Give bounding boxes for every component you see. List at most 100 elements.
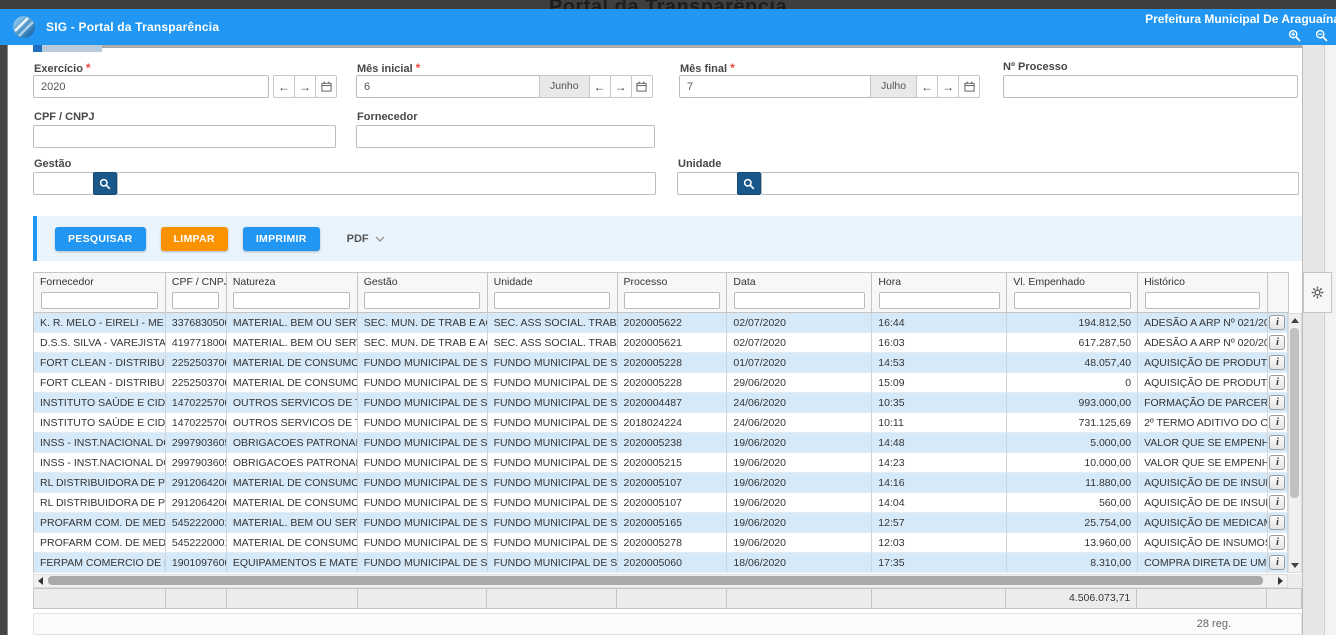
required-asterisk: * xyxy=(730,61,735,75)
mes-final-prev-button[interactable]: ← xyxy=(916,75,938,98)
vertical-scroll-thumb[interactable] xyxy=(1290,328,1299,498)
scroll-down-button[interactable] xyxy=(1289,559,1301,572)
column-header-vl-empenhado[interactable]: Vl. Empenhado xyxy=(1007,273,1138,312)
column-filter-input[interactable] xyxy=(172,292,219,309)
cell-vl-empenhado: 617.287,50 xyxy=(1007,333,1138,353)
table-row[interactable]: INSTITUTO SAÚDE E CIDAD...1470225700...O… xyxy=(34,393,1288,413)
num-processo-input[interactable] xyxy=(1003,75,1298,98)
column-header-fornecedor[interactable]: Fornecedor xyxy=(34,273,166,312)
export-format-dropdown[interactable]: PDF xyxy=(347,233,385,245)
horizontal-scroll-thumb[interactable] xyxy=(48,576,1263,585)
mes-final-input[interactable] xyxy=(679,75,871,98)
table-row[interactable]: INSS - INST.NACIONAL DO ...2997903605...… xyxy=(34,433,1288,453)
column-header-processo[interactable]: Processo xyxy=(618,273,728,312)
mes-final-calendar-button[interactable] xyxy=(958,75,980,98)
cell-fornecedor: RL DISTRIBUIDORA DE PRO... xyxy=(34,473,166,493)
table-row[interactable]: PROFARM COM. DE MEDIC...5452220001...MAT… xyxy=(34,513,1288,533)
table-row[interactable]: PROFARM COM. DE MEDIC...5452220001...MAT… xyxy=(34,533,1288,553)
row-info-button[interactable]: i xyxy=(1269,475,1285,490)
column-header-data[interactable]: Data xyxy=(727,273,872,312)
row-info-button[interactable]: i xyxy=(1269,395,1285,410)
row-info-button[interactable]: i xyxy=(1269,375,1285,390)
info-cell: i xyxy=(1268,393,1288,413)
cell-hist-rico: AQUISIÇÃO DE PRODUTOS ... xyxy=(1138,353,1268,373)
row-info-button[interactable]: i xyxy=(1269,495,1285,510)
summary-total: 4.506.073,71 xyxy=(1006,589,1137,608)
cell-cpf-cnpj: 1901097600... xyxy=(166,553,227,573)
column-header-hora[interactable]: Hora xyxy=(872,273,1007,312)
fornecedor-input[interactable] xyxy=(356,125,655,148)
row-info-button[interactable]: i xyxy=(1269,555,1285,570)
exercicio-next-button[interactable]: → xyxy=(294,75,316,98)
column-settings-button[interactable] xyxy=(1303,272,1332,313)
cell-gest-o: FUNDO MUNICIPAL DE SAU... xyxy=(358,533,488,553)
pesquisar-button[interactable]: PESQUISAR xyxy=(55,227,146,251)
scroll-right-button[interactable] xyxy=(1274,575,1287,587)
column-header-unidade[interactable]: Unidade xyxy=(488,273,618,312)
cpf-cnpj-input[interactable] xyxy=(33,125,336,148)
cell-vl-empenhado: 10.000,00 xyxy=(1007,453,1138,473)
row-info-button[interactable]: i xyxy=(1269,355,1285,370)
row-info-button[interactable]: i xyxy=(1269,435,1285,450)
row-info-button[interactable]: i xyxy=(1269,315,1285,330)
imprimir-button[interactable]: IMPRIMIR xyxy=(243,227,320,251)
gestao-descricao-input[interactable] xyxy=(117,172,656,195)
table-row[interactable]: K. R. MELO - EIRELI - ME3376830500...MAT… xyxy=(34,313,1288,333)
mes-inicial-prev-button[interactable]: ← xyxy=(589,75,611,98)
gestao-code-input[interactable] xyxy=(33,172,94,195)
column-header-natureza[interactable]: Natureza xyxy=(227,273,358,312)
column-filter-input[interactable] xyxy=(1014,292,1131,309)
row-info-button[interactable]: i xyxy=(1269,335,1285,350)
gestao-search-button[interactable] xyxy=(93,172,117,195)
row-info-button[interactable]: i xyxy=(1269,455,1285,470)
cell-cpf-cnpj: 4197718000... xyxy=(166,333,227,353)
cell-hora: 16:44 xyxy=(872,313,1007,333)
table-row[interactable]: INSS - INST.NACIONAL DO ...2997903605...… xyxy=(34,453,1288,473)
table-row[interactable]: FERPAM COMERCIO DE BO...1901097600...EQU… xyxy=(34,553,1288,573)
column-filter-input[interactable] xyxy=(233,292,350,309)
mes-inicial-next-button[interactable]: → xyxy=(610,75,632,98)
zoom-in-icon[interactable] xyxy=(1288,29,1301,42)
row-info-button[interactable]: i xyxy=(1269,415,1285,430)
limpar-button[interactable]: LIMPAR xyxy=(161,227,228,251)
zoom-out-icon[interactable] xyxy=(1315,29,1328,42)
column-header-gest-o[interactable]: Gestão xyxy=(358,273,488,312)
unidade-code-input[interactable] xyxy=(677,172,738,195)
scroll-left-button[interactable] xyxy=(34,575,47,587)
row-info-button[interactable]: i xyxy=(1269,515,1285,530)
row-info-button[interactable]: i xyxy=(1269,535,1285,550)
column-filter-input[interactable] xyxy=(364,292,480,309)
page-scrollbar-track[interactable] xyxy=(1324,45,1336,635)
mes-final-next-button[interactable]: → xyxy=(937,75,959,98)
cell-gest-o: FUNDO MUNICIPAL DE SAU... xyxy=(358,553,488,573)
unidade-search-button[interactable] xyxy=(737,172,761,195)
column-filter-input[interactable] xyxy=(734,292,865,309)
cell-fornecedor: RL DISTRIBUIDORA DE PRO... xyxy=(34,493,166,513)
org-name: Prefeitura Municipal De Araguaína xyxy=(1145,12,1336,26)
unidade-descricao-input[interactable] xyxy=(761,172,1299,195)
table-row[interactable]: FORT CLEAN - DISTRIBUID...2252503700...M… xyxy=(34,373,1288,393)
column-filter-input[interactable] xyxy=(624,292,720,309)
cell-hora: 17:35 xyxy=(872,553,1007,573)
table-row[interactable]: RL DISTRIBUIDORA DE PRO...2912064200...M… xyxy=(34,493,1288,513)
column-filter-input[interactable] xyxy=(494,292,610,309)
summary-cell xyxy=(358,589,488,608)
table-row[interactable]: INSTITUTO SAÚDE E CIDAD...1470225700...O… xyxy=(34,413,1288,433)
cell-unidade: FUNDO MUNICIPAL DE SAU... xyxy=(488,433,618,453)
scrollbar-corner xyxy=(1288,574,1302,588)
column-header-hist-rico[interactable]: Histórico xyxy=(1138,273,1268,312)
table-row[interactable]: RL DISTRIBUIDORA DE PRO...2912064200...M… xyxy=(34,473,1288,493)
mes-inicial-input[interactable] xyxy=(356,75,540,98)
table-row[interactable]: D.S.S. SILVA - VAREJISTA - ...4197718000… xyxy=(34,333,1288,353)
column-filter-input[interactable] xyxy=(879,292,1000,309)
exercicio-prev-button[interactable]: ← xyxy=(273,75,295,98)
column-header-cpf-cnpj[interactable]: CPF / CNPJ ... xyxy=(166,273,227,312)
column-filter-input[interactable] xyxy=(41,292,159,309)
exercicio-input[interactable] xyxy=(33,75,269,98)
table-row[interactable]: FORT CLEAN - DISTRIBUID...2252503700...M… xyxy=(34,353,1288,373)
cell-natureza: MATERIAL DE CONSUMO xyxy=(227,353,358,373)
mes-inicial-calendar-button[interactable] xyxy=(631,75,653,98)
exercicio-calendar-button[interactable] xyxy=(315,75,337,98)
column-filter-input[interactable] xyxy=(1145,292,1261,309)
scroll-up-button[interactable] xyxy=(1289,314,1301,327)
